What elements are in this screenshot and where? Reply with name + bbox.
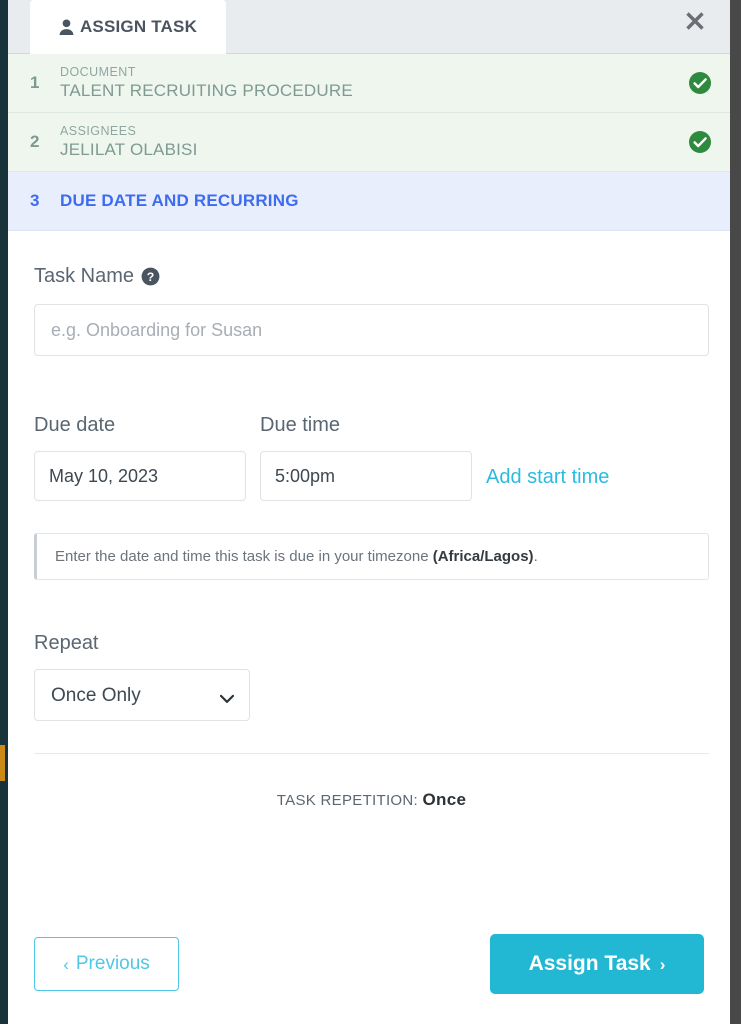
page-left-gutter — [0, 0, 8, 1024]
task-repetition-value: Once — [422, 790, 467, 809]
step-text: ASSIGNEES JELILAT OLABISI — [60, 124, 688, 160]
step-item-assignees[interactable]: 2 ASSIGNEES JELILAT OLABISI — [8, 113, 730, 172]
modal-tabbar: ASSIGN TASK — [8, 0, 730, 54]
close-icon — [683, 9, 707, 38]
due-date-label: Due date — [34, 414, 116, 436]
chevron-right-icon: › — [659, 954, 666, 974]
chevron-left-icon: ‹ — [63, 954, 69, 974]
check-circle-icon — [688, 130, 712, 154]
task-name-label-row: Task Name ? — [34, 265, 704, 288]
step-number: 3 — [30, 191, 40, 210]
step-sublabel: ASSIGNEES — [60, 124, 137, 139]
step-sublabel: DOCUMENT — [60, 65, 136, 80]
step-title: TALENT RECRUITING PROCEDURE — [60, 80, 353, 100]
timezone-hint-value: (Africa/Lagos) — [432, 548, 534, 565]
timezone-hint-prefix: Enter the date and time this task is due… — [55, 548, 433, 565]
task-repetition-summary: TASK REPETITION: Once — [34, 790, 709, 810]
due-date-input[interactable] — [34, 451, 246, 501]
timezone-hint-suffix: . — [533, 548, 538, 565]
add-start-time-link[interactable]: Add start time — [486, 466, 609, 501]
step-list: 1 DOCUMENT TALENT RECRUITING PROCEDURE 2… — [8, 54, 730, 231]
due-time-input[interactable] — [260, 451, 472, 501]
step-item-document[interactable]: 1 DOCUMENT TALENT RECRUITING PROCEDURE — [8, 54, 730, 113]
step-text: DOCUMENT TALENT RECRUITING PROCEDURE — [60, 65, 688, 101]
timezone-hint: Enter the date and time this task is due… — [34, 533, 709, 580]
repeat-block: Repeat Once Only — [34, 632, 704, 721]
due-time-label: Due time — [260, 414, 341, 436]
step-text: DUE DATE AND RECURRING — [60, 191, 688, 211]
step-check-placeholder — [688, 189, 712, 213]
due-time-group: Due time — [260, 414, 486, 501]
modal-body: Task Name ? Due date Due time — [8, 231, 730, 934]
task-name-input[interactable] — [34, 304, 709, 356]
page-right-gutter — [730, 0, 741, 1024]
previous-button[interactable]: ‹ Previous — [34, 937, 179, 991]
svg-text:?: ? — [147, 270, 155, 284]
step-number: 1 — [30, 73, 40, 92]
assign-task-button-label: Assign Task — [528, 952, 651, 975]
step-item-due-date-recurring[interactable]: 3 DUE DATE AND RECURRING — [8, 172, 730, 231]
step-title: JELILAT OLABISI — [60, 139, 198, 159]
modal-footer: ‹ Previous Assign Task › — [8, 934, 730, 1024]
task-repetition-label: TASK REPETITION: — [276, 792, 419, 809]
step-number: 2 — [30, 132, 40, 151]
tab-assign-task[interactable]: ASSIGN TASK — [30, 0, 226, 54]
step-title: DUE DATE AND RECURRING — [60, 190, 299, 210]
repeat-select[interactable]: Once Only — [34, 669, 250, 721]
tab-assign-task-label: ASSIGN TASK — [79, 17, 198, 36]
check-circle-icon — [688, 71, 712, 95]
previous-button-label: Previous — [75, 953, 150, 974]
page-root: ASSIGN TASK 1 DOCUMENT TALENT RECRUITING… — [0, 0, 741, 1024]
user-icon — [59, 18, 74, 36]
repeat-select-wrap: Once Only — [34, 669, 250, 721]
left-gutter-marker — [0, 745, 5, 781]
close-button[interactable] — [676, 4, 714, 42]
question-circle-icon[interactable]: ? — [141, 267, 160, 286]
due-datetime-row: Due date Due time Add start time — [34, 414, 704, 501]
task-name-label: Task Name — [34, 265, 135, 287]
repeat-label: Repeat — [34, 632, 99, 654]
due-date-group: Due date — [34, 414, 260, 501]
section-divider — [34, 753, 709, 754]
assign-task-modal: ASSIGN TASK 1 DOCUMENT TALENT RECRUITING… — [8, 0, 730, 1024]
assign-task-button[interactable]: Assign Task › — [490, 934, 704, 994]
